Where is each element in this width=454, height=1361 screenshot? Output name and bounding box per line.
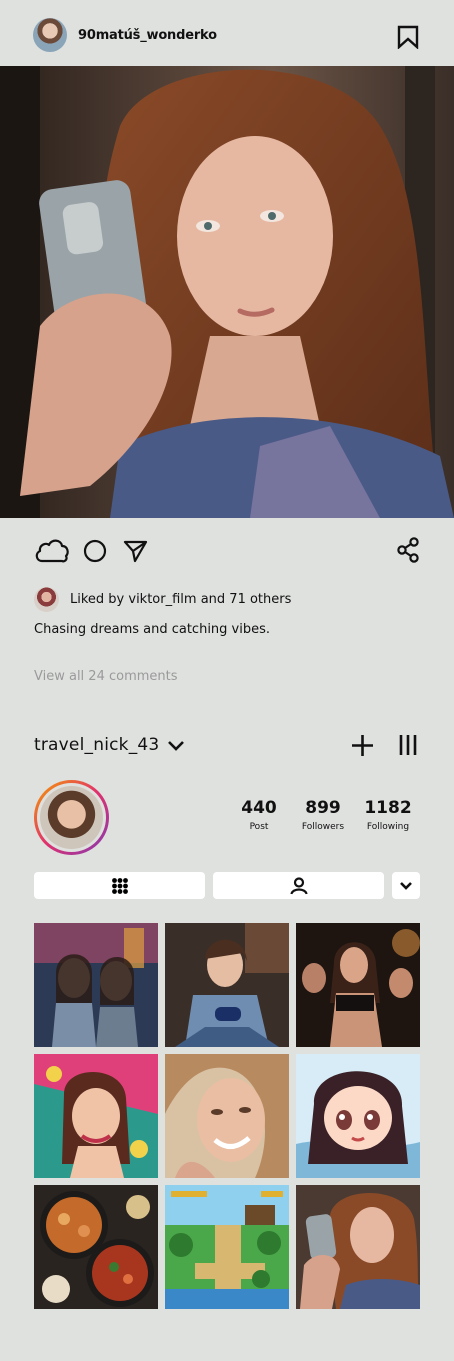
menu-icon[interactable]	[398, 734, 418, 756]
grid-tile-anime-girl[interactable]	[296, 1054, 420, 1178]
profile-header: travel_nick_43	[0, 730, 454, 764]
grid-tile-neon-street[interactable]	[34, 923, 158, 1047]
profile-photo-grid	[34, 923, 420, 1309]
stat-label: Following	[366, 822, 410, 832]
stat-posts[interactable]: 440 Post	[224, 798, 294, 832]
plus-icon[interactable]	[351, 734, 374, 757]
bookmark-icon[interactable]	[397, 25, 419, 49]
tab-grid[interactable]	[34, 872, 205, 899]
likes-text[interactable]: Liked by viktor_film and 71 others	[70, 592, 291, 607]
post-header: 90matúš_wonderko	[0, 0, 454, 66]
cloud-like-icon[interactable]	[34, 535, 70, 565]
stat-label: Post	[249, 822, 269, 832]
likes-row: Liked by viktor_film and 71 others	[34, 587, 434, 613]
grid-icon	[111, 877, 128, 894]
tab-more-dropdown[interactable]	[392, 872, 420, 899]
stat-value: 1182	[364, 798, 412, 818]
view-comments-link[interactable]: View all 24 comments	[34, 669, 178, 684]
grid-tile-gamer[interactable]	[165, 923, 289, 1047]
post-action-bar	[0, 535, 454, 571]
liker-avatar[interactable]	[34, 587, 59, 612]
stat-followers[interactable]: 899 Followers	[288, 798, 358, 832]
profile-avatar[interactable]	[34, 780, 109, 855]
grid-tile-pixel-game[interactable]	[165, 1185, 289, 1309]
stat-label: Followers	[301, 822, 345, 832]
post-author-username[interactable]: 90matúš_wonderko	[78, 28, 217, 43]
profile-username[interactable]: travel_nick_43	[34, 735, 159, 755]
grid-tile-paella[interactable]	[34, 1185, 158, 1309]
person-icon	[289, 876, 308, 894]
stat-value: 899	[305, 798, 341, 818]
stat-following[interactable]: 1182 Following	[353, 798, 423, 832]
stat-value: 440	[241, 798, 277, 818]
send-icon[interactable]	[123, 539, 148, 563]
post-caption: Chasing dreams and catching vibes.	[34, 622, 271, 637]
post-author-avatar[interactable]	[33, 18, 67, 52]
grid-tile-smiling-girl[interactable]	[165, 1054, 289, 1178]
chevron-down-icon	[400, 881, 412, 890]
chevron-down-icon[interactable]	[167, 739, 185, 753]
grid-tile-cartoon-woman[interactable]	[34, 1054, 158, 1178]
grid-tile-party[interactable]	[296, 923, 420, 1047]
circle-comment-icon[interactable]	[83, 539, 107, 563]
post-image[interactable]	[0, 66, 454, 518]
share-icon[interactable]	[396, 537, 420, 563]
tab-tagged[interactable]	[213, 872, 384, 899]
grid-tile-mirror-selfie[interactable]	[296, 1185, 420, 1309]
